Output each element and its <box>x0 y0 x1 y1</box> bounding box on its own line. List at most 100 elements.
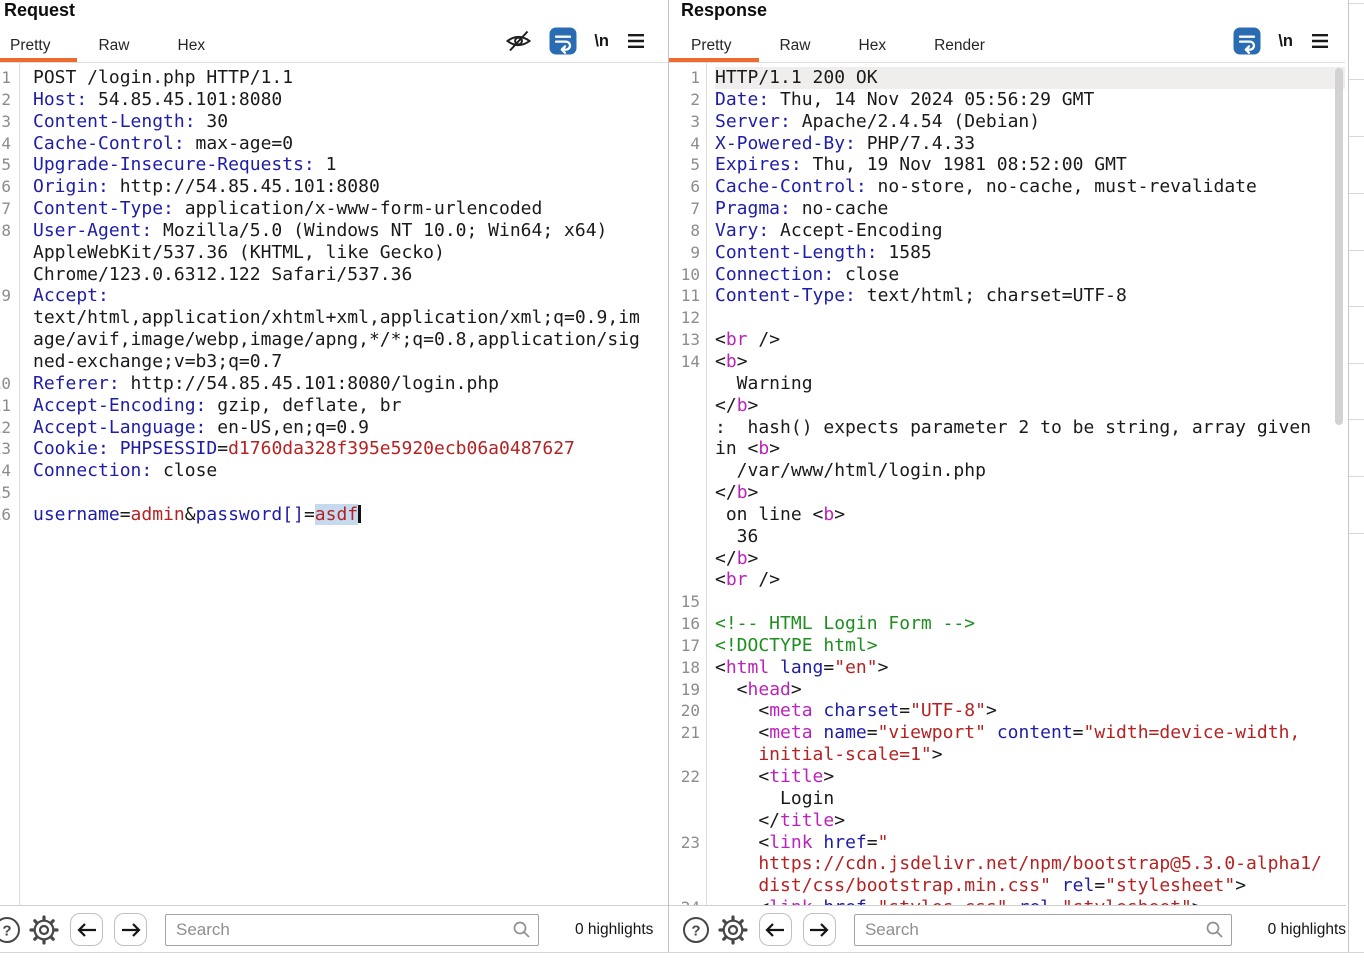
prev-match-button[interactable] <box>759 913 792 946</box>
line-number: 16 <box>675 613 700 635</box>
settings-gear-icon[interactable] <box>29 915 59 945</box>
code-line: 15 <box>669 591 1345 613</box>
newline-icon[interactable]: \n <box>594 32 609 51</box>
request-editor[interactable]: 1POST /login.php HTTP/1.12Host: 54.85.45… <box>0 63 668 909</box>
word-wrap-icon[interactable] <box>549 27 577 55</box>
line-number: 13 <box>675 329 700 351</box>
tab-raw[interactable]: Raw <box>98 37 129 55</box>
code-line: </b> <box>669 395 1345 417</box>
word-wrap-icon[interactable] <box>1233 27 1261 55</box>
next-match-button[interactable] <box>114 913 147 946</box>
help-icon[interactable]: ? <box>682 916 710 944</box>
code-line: 11Content-Type: text/html; charset=UTF-8 <box>669 285 1345 307</box>
tab-pretty[interactable]: Pretty <box>691 37 731 55</box>
line-number: 11 <box>675 285 700 307</box>
code-line: 13Cookie: PHPSESSID=d1760da328f395e5920e… <box>0 438 668 460</box>
code-line: 21 <meta name="viewport" content="width=… <box>669 722 1345 744</box>
response-editor[interactable]: 1HTTP/1.1 200 OK2Date: Thu, 14 Nov 2024 … <box>669 63 1345 909</box>
code-line: 3Server: Apache/2.4.54 (Debian) <box>669 111 1345 133</box>
code-line: /var/www/html/login.php <box>669 460 1345 482</box>
code-line: Chrome/123.0.6312.122 Safari/537.36 <box>0 264 668 286</box>
visibility-off-icon[interactable] <box>505 29 532 53</box>
code-line: 12Accept-Language: en-US,en;q=0.9 <box>0 417 668 439</box>
active-tab-underline <box>0 58 77 62</box>
line-number: 9 <box>675 242 700 264</box>
code-line: 14<b> <box>669 351 1345 373</box>
tab-pretty[interactable]: Pretty <box>10 37 50 55</box>
code-line: </title> <box>669 810 1345 832</box>
code-line: Warning <box>669 373 1345 395</box>
code-line: https://cdn.jsdelivr.net/npm/bootstrap@5… <box>669 853 1345 875</box>
request-search-toolbar: ? 0 highlights <box>0 905 668 953</box>
inspector-strip[interactable] <box>1348 0 1364 953</box>
code-line: 22 <title> <box>669 766 1345 788</box>
tab-render[interactable]: Render <box>934 37 985 55</box>
response-editor-icons: \n <box>1233 26 1330 56</box>
code-line: 7Pragma: no-cache <box>669 198 1345 220</box>
line-number: 19 <box>675 679 700 701</box>
line-number: 7 <box>0 198 11 220</box>
gutter-separator <box>19 63 20 905</box>
code-line: 17<!DOCTYPE html> <box>669 635 1345 657</box>
line-number: 14 <box>0 460 11 482</box>
code-line: 19 <head> <box>669 679 1345 701</box>
code-line: initial-scale=1"> <box>669 744 1345 766</box>
code-line: 10Connection: close <box>669 264 1345 286</box>
response-search-toolbar: ? 0 highlights <box>669 905 1346 953</box>
code-line: 6Cache-Control: no-store, no-cache, must… <box>669 176 1345 198</box>
code-line: 14Connection: close <box>0 460 668 482</box>
line-number: 5 <box>0 154 11 176</box>
code-line: 10Referer: http://54.85.45.101:8080/logi… <box>0 373 668 395</box>
svg-text:?: ? <box>2 922 11 939</box>
line-number: 1 <box>675 67 700 89</box>
search-field <box>165 914 539 946</box>
tab-raw[interactable]: Raw <box>779 37 810 55</box>
line-number: 11 <box>0 395 11 417</box>
code-line: 8User-Agent: Mozilla/5.0 (Windows NT 10.… <box>0 220 668 242</box>
request-editor-icons: \n <box>505 26 646 56</box>
highlights-count: 0 highlights <box>1268 921 1346 939</box>
code-line: 2Date: Thu, 14 Nov 2024 05:56:29 GMT <box>669 89 1345 111</box>
code-line: 5Upgrade-Insecure-Requests: 1 <box>0 154 668 176</box>
search-input[interactable] <box>165 914 539 946</box>
line-number: 2 <box>0 89 11 111</box>
code-line: 20 <meta charset="UTF-8"> <box>669 700 1345 722</box>
response-panel: Response PrettyRawHexRender \n 1HTTP/1.1… <box>669 0 1364 953</box>
line-number: 15 <box>675 591 700 613</box>
tab-hex[interactable]: Hex <box>859 37 887 55</box>
help-icon[interactable]: ? <box>0 916 21 944</box>
newline-icon[interactable]: \n <box>1278 32 1293 51</box>
code-line: 9Content-Length: 1585 <box>669 242 1345 264</box>
line-number: 4 <box>0 133 11 155</box>
line-number: 2 <box>675 89 700 111</box>
code-line: 8Vary: Accept-Encoding <box>669 220 1345 242</box>
menu-icon[interactable] <box>1310 31 1330 51</box>
code-line: 4Cache-Control: max-age=0 <box>0 133 668 155</box>
line-number: 13 <box>0 438 11 460</box>
window-bottom-border <box>0 952 1364 953</box>
code-line: 2Host: 54.85.45.101:8080 <box>0 89 668 111</box>
line-number: 3 <box>675 111 700 133</box>
line-number: 14 <box>675 351 700 373</box>
scrollbar-thumb[interactable] <box>1335 68 1343 425</box>
line-number: 9 <box>0 285 11 307</box>
settings-gear-icon[interactable] <box>718 915 748 945</box>
code-line: 6Origin: http://54.85.45.101:8080 <box>0 176 668 198</box>
tab-hex[interactable]: Hex <box>178 37 206 55</box>
menu-icon[interactable] <box>626 31 646 51</box>
line-number: 15 <box>0 482 11 504</box>
code-line: 23 <link href=" <box>669 832 1345 854</box>
code-line: 1POST /login.php HTTP/1.1 <box>0 67 668 89</box>
line-number: 12 <box>0 417 11 439</box>
line-number: 22 <box>675 766 700 788</box>
code-line: 4X-Powered-By: PHP/7.4.33 <box>669 133 1345 155</box>
line-number: 10 <box>675 264 700 286</box>
search-input[interactable] <box>854 914 1232 946</box>
code-line: <br /> <box>669 569 1345 591</box>
line-number: 10 <box>0 373 11 395</box>
code-line: 16<!-- HTML Login Form --> <box>669 613 1345 635</box>
prev-match-button[interactable] <box>70 913 103 946</box>
line-number: 21 <box>675 722 700 744</box>
search-icon <box>512 920 531 944</box>
next-match-button[interactable] <box>803 913 836 946</box>
